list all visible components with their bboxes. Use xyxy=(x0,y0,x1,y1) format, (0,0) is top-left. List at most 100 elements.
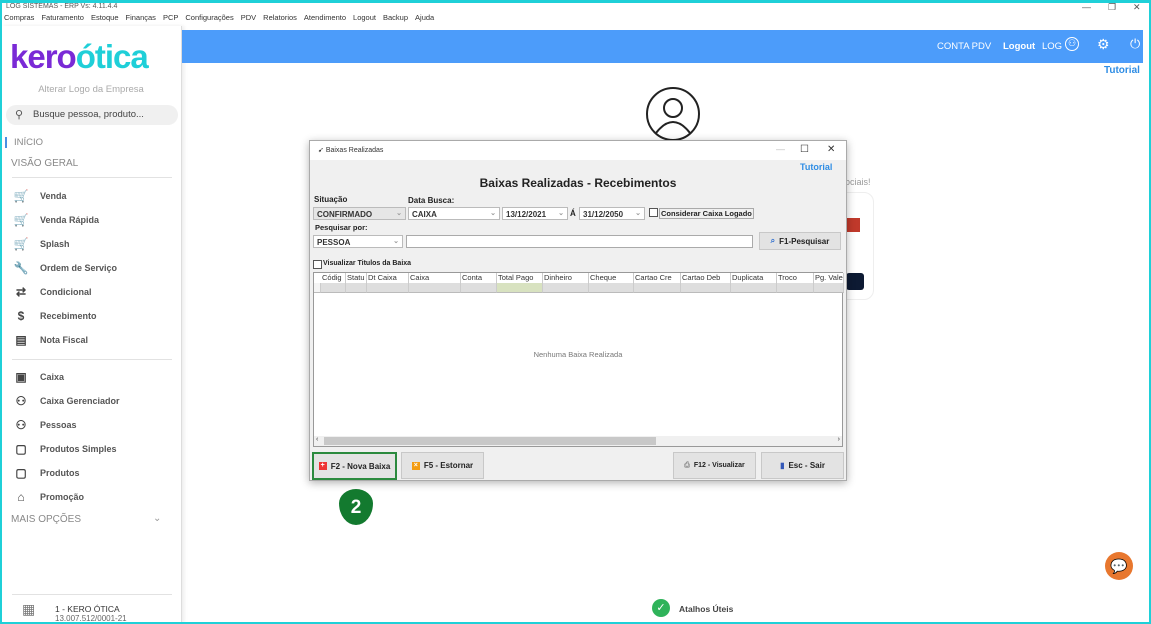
chevron-down-icon[interactable]: ⌄ xyxy=(153,513,161,524)
date-to-picker[interactable]: 31/12/2050 ⌄ xyxy=(579,207,645,220)
dialog-maximize-button[interactable]: ☐ xyxy=(800,144,809,155)
considerar-caixa-checkbox[interactable] xyxy=(649,208,658,217)
close-button[interactable]: ✕ xyxy=(1133,2,1141,13)
sidebar-item[interactable]: ⌂ Promoção xyxy=(12,490,84,504)
table-cell[interactable] xyxy=(346,283,367,293)
menu-item[interactable]: Ajuda xyxy=(415,13,434,26)
sidebar-item[interactable]: 🛒 Splash xyxy=(12,237,70,251)
column-header[interactable]: Statu xyxy=(346,273,367,283)
sidebar-item[interactable]: ▢ Produtos Simples xyxy=(12,442,116,456)
column-header[interactable]: Cartao Cre xyxy=(634,273,681,283)
alter-logo-link[interactable]: Alterar Logo da Empresa xyxy=(0,84,182,95)
sidebar-item[interactable]: 🛒 Venda xyxy=(12,189,67,203)
logout-link[interactable]: Logout xyxy=(1003,41,1035,52)
sidebar-section-visao-geral[interactable]: VISÃO GERAL xyxy=(11,158,78,169)
sidebar-item[interactable]: ⚇ Pessoas xyxy=(12,418,77,432)
considerar-caixa-label[interactable]: Considerar Caixa Logado xyxy=(659,208,754,219)
menu-item[interactable]: Estoque xyxy=(91,13,119,26)
table-cell[interactable] xyxy=(634,283,681,293)
sidebar-item[interactable]: ▤ Nota Fiscal xyxy=(12,333,88,347)
table-cell[interactable] xyxy=(321,283,346,293)
column-header[interactable]: Dinheiro xyxy=(543,273,589,283)
dialog-minimize-button[interactable]: — xyxy=(776,144,785,154)
horizontal-scrollbar[interactable]: ‹ › xyxy=(314,436,842,446)
atalhos-uteis-link[interactable]: Atalhos Úteis xyxy=(679,604,733,614)
column-header[interactable]: Dt Caixa xyxy=(367,273,409,283)
sidebar-item[interactable]: ▣ Caixa xyxy=(12,370,64,384)
column-header[interactable]: Cheque xyxy=(589,273,634,283)
menu-item[interactable]: Finanças xyxy=(126,13,156,26)
menu-item[interactable]: Configurações xyxy=(185,13,233,26)
column-header[interactable]: Conta xyxy=(461,273,497,283)
menu-item[interactable]: Relatorios xyxy=(263,13,297,26)
table-cell[interactable] xyxy=(777,283,814,293)
restore-button[interactable]: ❐ xyxy=(1108,2,1116,13)
scrollbar-thumb[interactable] xyxy=(324,437,656,445)
sidebar-item[interactable]: ▢ Produtos xyxy=(12,466,80,480)
column-header[interactable]: Troco xyxy=(777,273,814,283)
f12-visualizar-button[interactable]: ⎙ F12 - Visualizar xyxy=(673,452,756,479)
menu-item[interactable]: Atendimento xyxy=(304,13,346,26)
log-link[interactable]: LOG xyxy=(1042,41,1062,52)
esc-sair-button[interactable]: ▮ Esc - Sair xyxy=(761,452,844,479)
menu-item[interactable]: Logout xyxy=(353,13,376,26)
visualizar-titulos-checkbox[interactable] xyxy=(313,260,322,269)
sidebar-mais-opcoes[interactable]: MAIS OPÇÕES xyxy=(11,514,81,525)
column-header[interactable]: Códig xyxy=(321,273,346,283)
search-input[interactable] xyxy=(406,235,753,248)
pesquisar-tipo-select[interactable]: PESSOA ⌄ xyxy=(313,235,403,248)
company-logo[interactable]: keroótica xyxy=(10,38,149,76)
sidebar-item-label: Produtos xyxy=(40,468,80,478)
table-cell[interactable] xyxy=(589,283,634,293)
sidebar-item-inicio[interactable]: INÍCIO xyxy=(5,137,43,148)
menu-item[interactable]: PCP xyxy=(163,13,178,26)
visualizar-titulos-label[interactable]: Visualizar Titulos da Baixa xyxy=(323,260,411,267)
sidebar-item-label: Pessoas xyxy=(40,420,77,430)
conta-pdv-link[interactable]: CONTA PDV xyxy=(937,41,991,52)
column-header[interactable]: Cartao Deb xyxy=(681,273,731,283)
data-tipo-select[interactable]: CAIXA ⌄ xyxy=(408,207,500,220)
chat-icon[interactable]: 💬 xyxy=(1105,552,1133,580)
column-header[interactable]: Pg. Vale xyxy=(814,273,844,283)
dialog-close-button[interactable]: ✕ xyxy=(827,144,835,155)
column-header[interactable]: Duplicata xyxy=(731,273,777,283)
baixas-realizadas-dialog: ➹ Baixas Realizadas — ☐ ✕ Tutorial Baixa… xyxy=(309,140,847,481)
table-cell[interactable] xyxy=(543,283,589,293)
date-from-picker[interactable]: 13/12/2021 ⌄ xyxy=(502,207,568,220)
gear-icon[interactable]: ⚙ xyxy=(1097,36,1110,53)
f1-pesquisar-button[interactable]: ⌕ F1-Pesquisar xyxy=(759,232,841,250)
situacao-select[interactable]: CONFIRMADO ⌄ xyxy=(313,207,406,220)
user-icon[interactable]: ⚇ xyxy=(1065,37,1079,51)
table-cell[interactable] xyxy=(814,283,844,293)
table-cell[interactable] xyxy=(461,283,497,293)
sidebar-item[interactable]: ⇄ Condicional xyxy=(12,285,92,299)
sidebar-item[interactable]: ⚇ Caixa Gerenciador xyxy=(12,394,120,408)
sidebar-search-input[interactable]: ⚲ Busque pessoa, produto... xyxy=(6,105,178,125)
row-indicator xyxy=(314,283,321,293)
column-header[interactable]: Total Pago xyxy=(497,273,543,283)
tutorial-link[interactable]: Tutorial xyxy=(1104,65,1140,76)
table-cell[interactable] xyxy=(367,283,409,293)
scroll-left-icon: ‹ xyxy=(316,436,319,443)
sidebar-item[interactable]: $ Recebimento xyxy=(12,309,97,323)
minimize-button[interactable]: — xyxy=(1082,2,1091,12)
sidebar-item[interactable]: 🔧 Ordem de Serviço xyxy=(12,261,118,275)
column-header[interactable]: Caixa xyxy=(409,273,461,283)
power-icon[interactable]: ⏻ xyxy=(1130,36,1140,52)
dialog-tutorial-link[interactable]: Tutorial xyxy=(800,162,832,172)
cart-arrows-icon: ⇄ xyxy=(15,285,27,299)
menu-item[interactable]: Backup xyxy=(383,13,408,26)
table-cell[interactable] xyxy=(681,283,731,293)
table-cell[interactable] xyxy=(409,283,461,293)
sidebar-item[interactable]: 🛒 Venda Rápida xyxy=(12,213,100,227)
f2-nova-baixa-button[interactable]: + F2 - Nova Baixa xyxy=(312,452,397,480)
menu-bar: Compras Faturamento Estoque Finanças PCP Conf… xyxy=(0,13,1151,26)
scroll-right-icon: › xyxy=(837,436,840,443)
table-cell[interactable] xyxy=(731,283,777,293)
menu-item[interactable]: Compras xyxy=(4,13,34,26)
menu-item[interactable]: Faturamento xyxy=(41,13,84,26)
menu-item[interactable]: PDV xyxy=(241,13,256,26)
f5-estornar-button[interactable]: × F5 - Estornar xyxy=(401,452,484,479)
table-cell[interactable] xyxy=(497,283,543,293)
background-button[interactable] xyxy=(846,273,864,290)
